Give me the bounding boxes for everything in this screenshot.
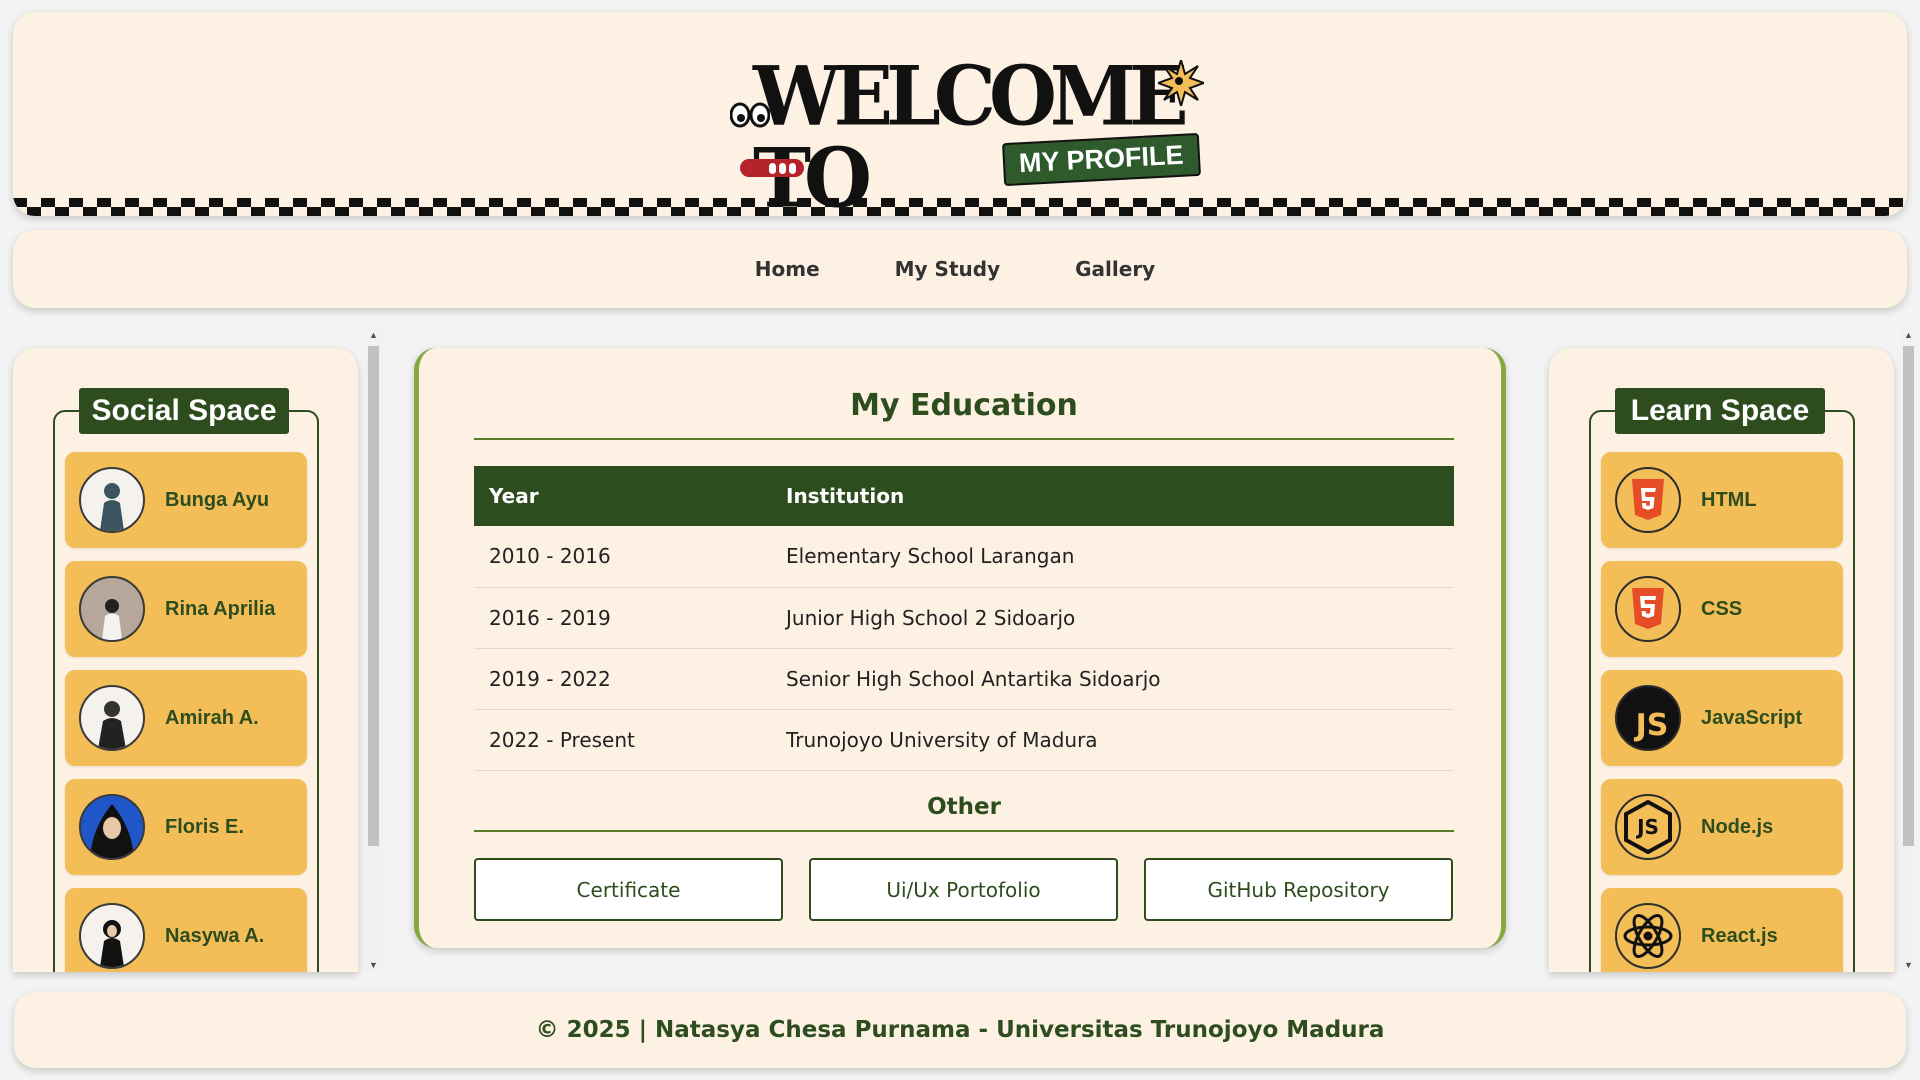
scroll-up-arrow-icon[interactable]: ▲	[1900, 328, 1917, 342]
institution-cell: Elementary School Larangan	[771, 526, 1454, 588]
learn-item-label: JavaScript	[1701, 706, 1803, 729]
education-card: My Education Year Institution 2010 - 201…	[414, 348, 1506, 948]
table-row: 2019 - 2022 Senior High School Antartika…	[474, 648, 1454, 710]
learn-item-label: CSS	[1701, 597, 1743, 620]
scroll-down-arrow-icon[interactable]: ▼	[1900, 958, 1917, 972]
social-item-nasywa[interactable]: Nasywa A.	[65, 888, 307, 972]
table-row: 2016 - 2019 Junior High School 2 Sidoarj…	[474, 587, 1454, 649]
scroll-thumb[interactable]	[1903, 346, 1914, 846]
header-banner: WELCOME TO MY PROFILE	[13, 12, 1907, 216]
social-space-panel: Social Space Bunga Ayu Rina Aprilia Amir…	[13, 348, 358, 972]
social-item-amirah[interactable]: Amirah A.	[65, 670, 307, 766]
column-header-institution: Institution	[771, 466, 1454, 526]
html5-icon	[1615, 467, 1681, 533]
avatar	[79, 576, 145, 642]
svg-text:JS: JS	[1635, 815, 1659, 839]
learn-space-panel: Learn Space HTML CSS JS JavaScript JS No…	[1549, 348, 1894, 972]
social-item-rina-aprilia[interactable]: Rina Aprilia	[65, 561, 307, 657]
nodejs-icon: JS	[1615, 794, 1681, 860]
education-table: Year Institution 2010 - 2016 Elementary …	[474, 466, 1454, 771]
year-cell: 2022 - Present	[474, 709, 771, 771]
learn-item-label: Node.js	[1701, 815, 1774, 838]
social-item-label: Bunga Ayu	[165, 488, 270, 511]
other-title: Other	[927, 794, 1001, 820]
certificate-button[interactable]: Certificate	[474, 858, 783, 921]
social-item-label: Floris E.	[165, 815, 244, 838]
social-item-label: Rina Aprilia	[165, 597, 276, 620]
column-header-year: Year	[474, 466, 771, 526]
learn-space-title: Learn Space	[1615, 388, 1825, 434]
github-repository-button[interactable]: GitHub Repository	[1144, 858, 1453, 921]
left-scrollbar[interactable]: ▲ ▼	[365, 328, 382, 972]
social-item-label: Amirah A.	[165, 706, 259, 729]
css3-icon	[1615, 576, 1681, 642]
scroll-up-arrow-icon[interactable]: ▲	[365, 328, 382, 342]
year-cell: 2016 - 2019	[474, 587, 771, 649]
table-row: 2022 - Present Trunojoyo University of M…	[474, 709, 1454, 771]
title-divider	[474, 438, 1454, 440]
avatar	[79, 685, 145, 751]
institution-cell: Trunojoyo University of Madura	[771, 709, 1454, 771]
scroll-thumb[interactable]	[368, 346, 379, 846]
year-cell: 2019 - 2022	[474, 648, 771, 710]
education-title: My Education	[850, 388, 1078, 423]
institution-cell: Junior High School 2 Sidoarjo	[771, 587, 1454, 649]
learn-item-html[interactable]: HTML	[1601, 452, 1843, 548]
avatar	[79, 794, 145, 860]
starburst-icon	[1158, 60, 1204, 106]
main-nav: Home My Study Gallery	[13, 230, 1907, 308]
nav-home[interactable]: Home	[755, 257, 820, 281]
right-scrollbar[interactable]: ▲ ▼	[1900, 328, 1917, 972]
social-item-bunga-ayu[interactable]: Bunga Ayu	[65, 452, 307, 548]
footer: © 2025 | Natasya Chesa Purnama - Univers…	[14, 992, 1906, 1068]
table-row: 2010 - 2016 Elementary School Larangan	[474, 526, 1454, 588]
learn-item-javascript[interactable]: JS JavaScript	[1601, 670, 1843, 766]
social-item-label: Nasywa A.	[165, 924, 265, 947]
institution-cell: Senior High School Antartika Sidoarjo	[771, 648, 1454, 710]
footer-text: © 2025 | Natasya Chesa Purnama - Univers…	[535, 1017, 1385, 1043]
dots-badge-icon	[740, 159, 804, 177]
other-divider	[474, 830, 1454, 832]
learn-item-react[interactable]: React.js	[1601, 888, 1843, 972]
table-header-row: Year Institution	[474, 466, 1454, 526]
avatar	[79, 903, 145, 969]
learn-item-label: React.js	[1701, 924, 1778, 947]
nav-my-study[interactable]: My Study	[895, 257, 1000, 281]
checker-border	[13, 198, 1907, 216]
learn-item-label: HTML	[1701, 488, 1757, 511]
learn-item-css[interactable]: CSS	[1601, 561, 1843, 657]
learn-item-nodejs[interactable]: JS Node.js	[1601, 779, 1843, 875]
uiux-portfolio-button[interactable]: Ui/Ux Portofolio	[809, 858, 1118, 921]
other-links: Certificate Ui/Ux Portofolio GitHub Repo…	[474, 858, 1454, 921]
welcome-logo: WELCOME TO MY PROFILE	[718, 52, 1218, 216]
scroll-down-arrow-icon[interactable]: ▼	[365, 958, 382, 972]
social-item-floris[interactable]: Floris E.	[65, 779, 307, 875]
react-icon	[1615, 903, 1681, 969]
year-cell: 2010 - 2016	[474, 526, 771, 588]
avatar	[79, 467, 145, 533]
social-space-title: Social Space	[79, 388, 289, 434]
javascript-icon: JS	[1615, 685, 1681, 751]
nav-gallery[interactable]: Gallery	[1075, 257, 1155, 281]
